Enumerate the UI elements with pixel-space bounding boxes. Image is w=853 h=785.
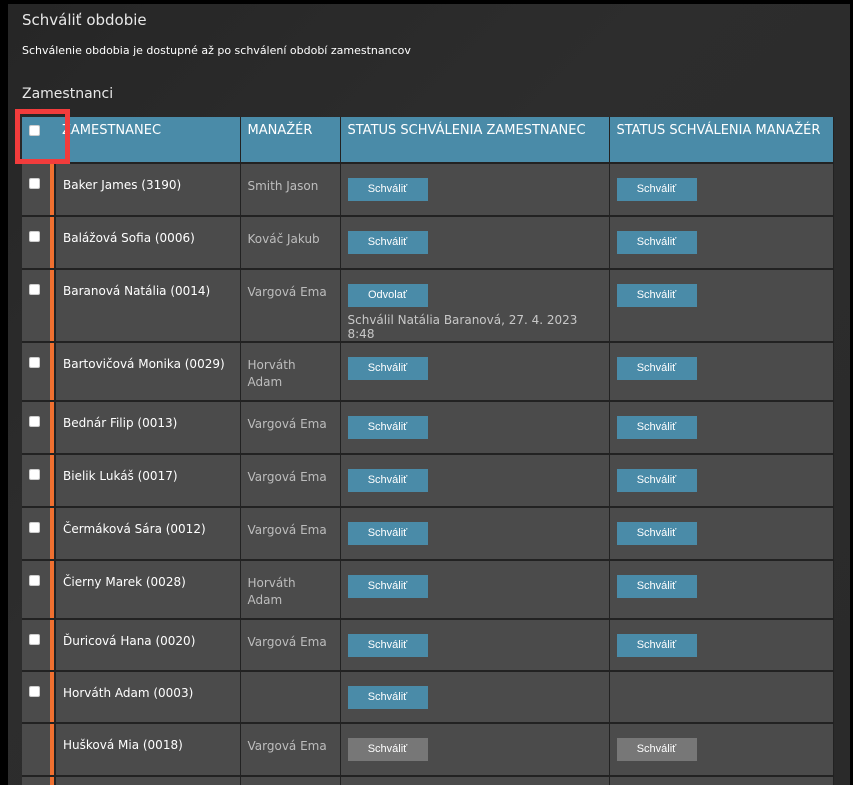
employee-name: Balážová Sofia (0006) xyxy=(63,231,195,245)
row-checkbox[interactable] xyxy=(29,416,40,427)
employee-approve-button[interactable]: Schváliť xyxy=(347,231,428,254)
table-row: Balážová Sofia (0006) Kováč Jakub Schvál… xyxy=(22,215,834,269)
manager-name: Vargová Ema xyxy=(247,739,327,753)
row-checkbox[interactable] xyxy=(29,469,40,480)
row-checkbox[interactable] xyxy=(29,357,40,368)
employee-approve-button[interactable]: Schváliť xyxy=(347,469,428,492)
manager-approve-button[interactable]: Schváliť xyxy=(616,469,697,492)
employee-approve-button[interactable]: Schváliť xyxy=(347,686,428,709)
manager-name: Horváth Adam xyxy=(247,358,296,389)
employee-approve-button[interactable]: Schváliť xyxy=(347,738,428,761)
manager-approve-button[interactable]: Schváliť xyxy=(616,231,697,254)
employee-name: Hušková Mia (0018) xyxy=(63,738,183,752)
manager-name: Smith Jason xyxy=(247,179,319,193)
employee-approve-button[interactable]: Schváliť xyxy=(347,357,428,380)
employee-name: Baker James (3190) xyxy=(63,178,182,192)
table-row: Hušková Mia (0018) Vargová Ema Schváliť … xyxy=(22,722,834,776)
employee-approve-button[interactable]: Schváliť xyxy=(347,522,428,545)
employee-approve-button[interactable]: Odvolať xyxy=(347,284,428,307)
manager-approve-button[interactable]: Schváliť xyxy=(616,522,697,545)
section-title: Zamestnanci xyxy=(22,86,114,102)
table-row: Čermáková Sára (0012) Vargová Ema Schvál… xyxy=(22,506,834,560)
row-checkbox[interactable] xyxy=(29,284,40,295)
approve-period-panel: Schváliť obdobie Schválenie obdobia je d… xyxy=(8,4,850,785)
manager-approve-button[interactable]: Schváliť xyxy=(616,284,697,307)
table-row xyxy=(22,775,834,785)
employee-approve-button[interactable]: Schváliť xyxy=(347,178,428,201)
highlight-box xyxy=(15,109,70,164)
manager-name: Kováč Jakub xyxy=(247,232,320,246)
row-checkbox[interactable] xyxy=(29,686,40,697)
manager-approve-button[interactable]: Schváliť xyxy=(616,738,697,761)
manager-approve-button[interactable]: Schváliť xyxy=(616,416,697,439)
row-checkbox[interactable] xyxy=(29,178,40,189)
row-checkbox[interactable] xyxy=(29,575,40,586)
manager-approve-button[interactable]: Schváliť xyxy=(616,178,697,201)
employee-name: Bielik Lukáš (0017) xyxy=(63,469,178,483)
employee-approve-button[interactable]: Schváliť xyxy=(347,575,428,598)
manager-name: Vargová Ema xyxy=(247,523,327,537)
employee-name: Baranová Natália (0014) xyxy=(63,284,211,298)
table-row: Baker James (3190) Smith Jason Schváliť … xyxy=(22,162,834,216)
employee-approve-button[interactable]: Schváliť xyxy=(347,416,428,439)
manager-name: Vargová Ema xyxy=(247,417,327,431)
employee-name: Ďuricová Hana (0020) xyxy=(63,634,196,648)
manager-name: Horváth Adam xyxy=(247,576,296,607)
employee-name: Horváth Adam (0003) xyxy=(63,686,194,700)
table-header: ZAMESTNANEC MANAŽÉR STATUS SCHVÁLENIA ZA… xyxy=(22,117,834,163)
row-checkbox[interactable] xyxy=(29,231,40,242)
manager-name: Vargová Ema xyxy=(247,285,327,299)
col-manager[interactable]: MANAŽÉR xyxy=(240,117,341,163)
manager-approve-button[interactable]: Schváliť xyxy=(616,634,697,657)
row-checkbox[interactable] xyxy=(29,522,40,533)
manager-approve-button[interactable]: Schváliť xyxy=(616,357,697,380)
employee-name: Čierny Marek (0028) xyxy=(63,575,186,589)
col-employee-status[interactable]: STATUS SCHVÁLENIA ZAMESTNANEC xyxy=(340,117,610,163)
employee-name: Bednár Filip (0013) xyxy=(63,416,178,430)
employees-table: ZAMESTNANEC MANAŽÉR STATUS SCHVÁLENIA ZA… xyxy=(22,117,834,785)
manager-name: Vargová Ema xyxy=(247,470,327,484)
col-manager-status[interactable]: STATUS SCHVÁLENIA MANAŽÉR xyxy=(609,117,834,163)
col-employee[interactable]: ZAMESTNANEC xyxy=(55,117,241,163)
manager-approve-button[interactable]: Schváliť xyxy=(616,575,697,598)
employee-name: Bartovičová Monika (0029) xyxy=(63,357,225,371)
table-row: Bednár Filip (0013) Vargová Ema Schváliť… xyxy=(22,400,834,454)
manager-name: Vargová Ema xyxy=(247,635,327,649)
table-row: Čierny Marek (0028) Horváth Adam Schváli… xyxy=(22,559,834,619)
employee-name: Čermáková Sára (0012) xyxy=(63,522,206,536)
employee-approve-button[interactable]: Schváliť xyxy=(347,634,428,657)
approval-note: Schválil Natália Baranová, 27. 4. 2023 8… xyxy=(347,313,578,341)
table-row: Ďuricová Hana (0020) Vargová Ema Schváli… xyxy=(22,618,834,671)
table-row: Horváth Adam (0003) Schváliť xyxy=(22,670,834,723)
row-checkbox[interactable] xyxy=(29,634,40,645)
table-row: Bartovičová Monika (0029) Horváth Adam S… xyxy=(22,341,834,401)
table-row: Baranová Natália (0014) Vargová Ema Odvo… xyxy=(22,268,834,342)
page-title: Schváliť obdobie xyxy=(22,11,147,29)
table-row: Bielik Lukáš (0017) Vargová Ema Schváliť… xyxy=(22,453,834,507)
info-text: Schválenie obdobia je dostupné až po sch… xyxy=(22,44,411,57)
